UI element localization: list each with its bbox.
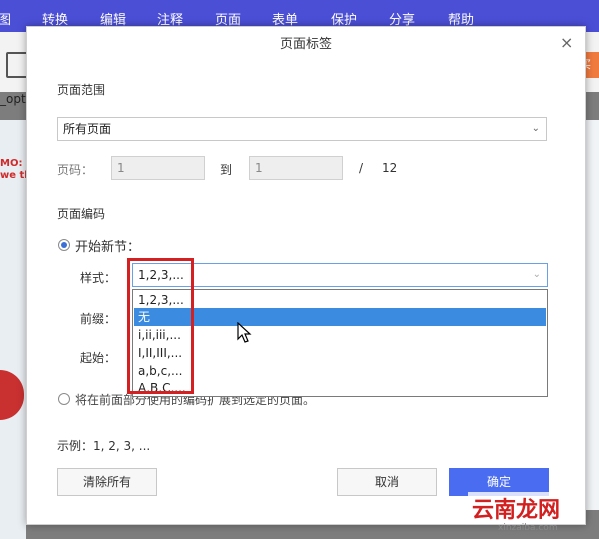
style-option[interactable]: i,ii,iii,... xyxy=(134,326,546,344)
style-select[interactable]: 1,2,3,... ⌄ xyxy=(132,263,548,287)
page-from-input[interactable]: 1 xyxy=(111,156,205,180)
new-section-label: 开始新节： xyxy=(75,240,141,255)
start-label: 起始： xyxy=(80,351,117,365)
document-tab[interactable]: _opt xyxy=(0,92,26,106)
page-numbering-heading: 页面编码 xyxy=(57,207,106,221)
clear-all-button[interactable]: 清除所有 xyxy=(57,468,157,496)
style-value: 1,2,3,... xyxy=(138,268,184,282)
document-icon[interactable] xyxy=(6,52,28,78)
to-label: 到 xyxy=(220,163,233,177)
left-page-preview xyxy=(0,120,26,539)
total-pages: 12 xyxy=(382,161,398,175)
page-range-value: 所有页面 xyxy=(63,122,112,136)
extend-radio[interactable] xyxy=(58,393,70,405)
cancel-button[interactable]: 取消 xyxy=(337,468,437,496)
page-labels-dialog: 页面标签 × 页面范围 所有页面 ⌄ 页码： 1 到 1 / 12 页面编码 开… xyxy=(26,26,586,525)
mouse-cursor-icon xyxy=(237,322,252,343)
page-to-input[interactable]: 1 xyxy=(249,156,343,180)
style-option[interactable]: A,B,C,... xyxy=(134,379,546,397)
style-dropdown-list: 1,2,3,... 无 i,ii,iii,... I,II,III,... a,… xyxy=(132,289,548,397)
example-text: 示例：1, 2, 3, ... xyxy=(57,439,151,453)
page-range-heading: 页面范围 xyxy=(57,83,106,97)
dialog-title: 页面标签 xyxy=(279,37,332,52)
site-watermark: 云南龙网 xyxy=(468,492,565,524)
chevron-down-icon: ⌄ xyxy=(532,269,541,280)
page-range-select[interactable]: 所有页面 ⌄ xyxy=(57,117,547,141)
style-option[interactable]: I,II,III,... xyxy=(134,344,546,362)
menu-item-view[interactable]: 图 xyxy=(0,9,11,28)
new-section-radio[interactable] xyxy=(58,239,70,251)
style-option[interactable]: 1,2,3,... xyxy=(134,291,546,309)
slash-label: / xyxy=(359,161,364,175)
close-icon[interactable]: × xyxy=(560,33,573,52)
style-option-selected[interactable]: 无 xyxy=(134,308,546,326)
style-label: 样式： xyxy=(80,271,117,285)
prefix-label: 前缀： xyxy=(80,312,117,326)
style-option[interactable]: a,b,c,... xyxy=(134,362,546,380)
site-watermark-url: xinzaiba.com xyxy=(498,523,558,533)
chevron-down-icon: ⌄ xyxy=(531,123,540,134)
page-number-label: 页码： xyxy=(57,163,94,177)
